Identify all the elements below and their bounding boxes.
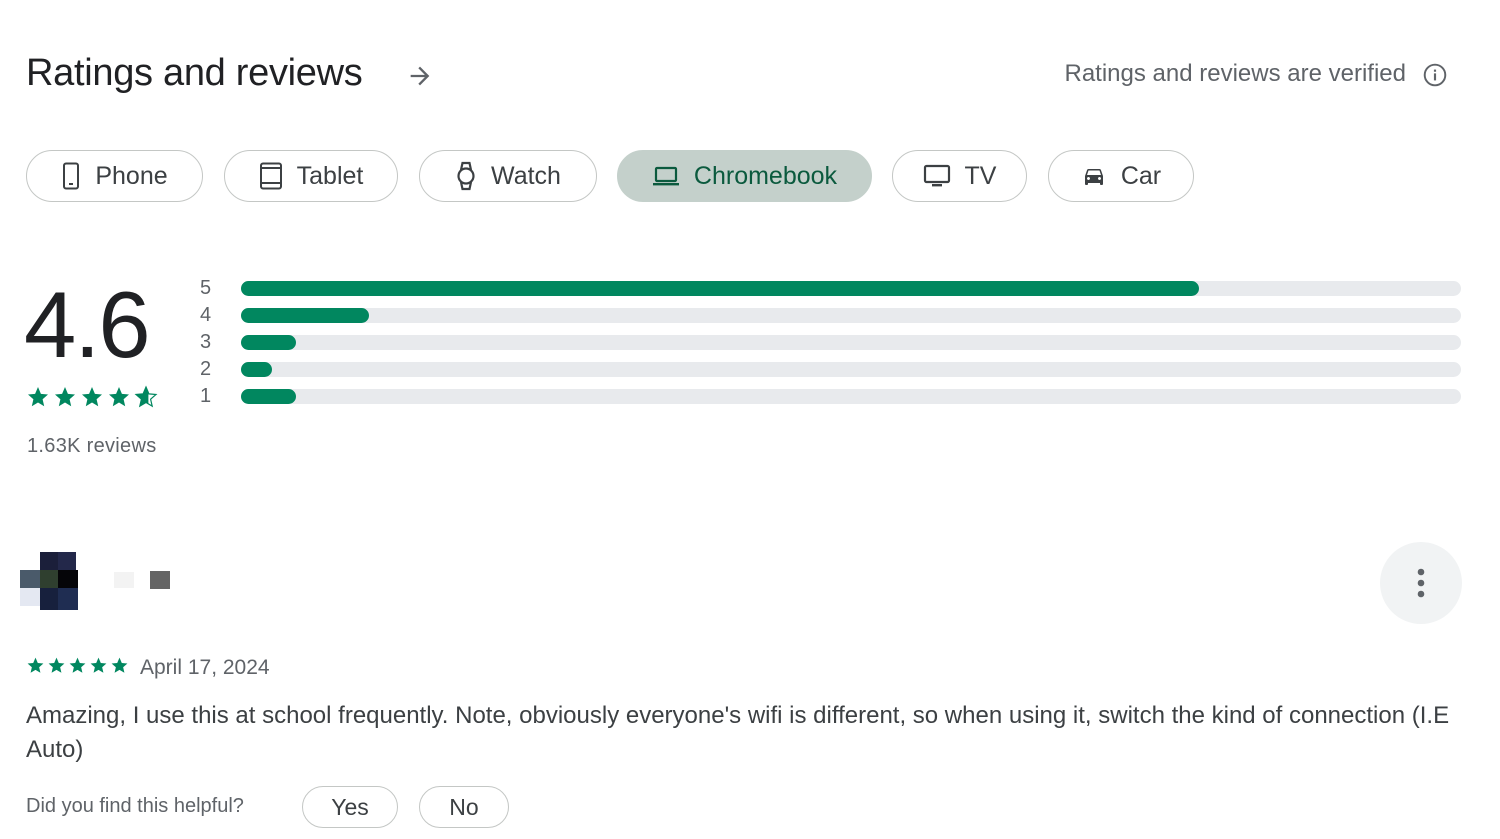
chip-car[interactable]: Car	[1048, 150, 1194, 202]
star-icon	[55, 387, 75, 407]
chip-chromebook[interactable]: Chromebook	[617, 150, 872, 202]
info-button[interactable]	[1420, 60, 1450, 90]
watch-icon	[457, 161, 475, 191]
bar-track	[241, 389, 1461, 404]
star-icon	[27, 657, 44, 673]
average-rating: 4.6	[24, 272, 151, 377]
bar-fill	[241, 389, 296, 404]
bar-track	[241, 281, 1461, 296]
star-icon	[111, 657, 128, 673]
tv-icon	[923, 164, 950, 187]
summary-star-rating	[26, 385, 158, 409]
rating-bar-row: 3	[200, 331, 1462, 353]
avatar	[20, 552, 78, 610]
helpful-yes-button[interactable]: Yes	[302, 786, 398, 828]
verified-note: Ratings and reviews are verified	[1064, 60, 1407, 87]
chip-label: TV	[964, 161, 997, 190]
review-star-rating	[26, 656, 129, 675]
bar-star-label: 1	[200, 385, 212, 407]
arrow-right-icon	[410, 66, 430, 86]
chip-label: Chromebook	[693, 161, 838, 190]
star-icon	[109, 387, 129, 407]
chip-tv[interactable]: TV	[892, 150, 1027, 202]
bar-fill	[241, 281, 1199, 296]
bar-star-label: 5	[200, 277, 212, 299]
chip-label: Phone	[95, 161, 168, 190]
star-icon	[82, 387, 102, 407]
chip-label: Tablet	[296, 161, 364, 190]
star-icon	[134, 385, 158, 408]
reviewer-name-redacted	[112, 570, 172, 592]
bar-star-label: 3	[200, 331, 212, 353]
review-count: 1.63K reviews	[27, 435, 157, 457]
rating-bar-row: 5	[200, 277, 1462, 299]
chip-tablet[interactable]: Tablet	[224, 150, 398, 202]
see-all-reviews-button[interactable]	[400, 56, 440, 96]
review-date: April 17, 2024	[140, 656, 270, 679]
bar-track	[241, 308, 1461, 323]
star-icon	[69, 657, 86, 673]
helpful-question: Did you find this helpful?	[26, 795, 244, 817]
bar-fill	[241, 308, 370, 323]
bar-star-label: 4	[200, 304, 212, 326]
more-options-button[interactable]	[1380, 542, 1462, 624]
more-vert-icon	[1417, 568, 1425, 598]
star-icon	[90, 657, 107, 673]
star-icon	[48, 657, 65, 673]
review-text: Amazing, I use this at school frequently…	[26, 702, 1450, 763]
rating-bar-row: 2	[200, 358, 1462, 380]
star-icon	[28, 387, 48, 407]
info-icon	[1423, 63, 1447, 87]
phone-icon	[63, 162, 80, 190]
bar-star-label: 2	[200, 358, 212, 380]
tablet-icon	[259, 162, 282, 190]
bar-track	[241, 362, 1461, 377]
chip-label: Watch	[491, 161, 561, 190]
car-icon	[1084, 169, 1103, 185]
chip-label: Car	[1120, 161, 1162, 190]
chip-watch[interactable]: Watch	[419, 150, 597, 202]
rating-bar-row: 4	[200, 304, 1462, 326]
bar-track	[241, 335, 1461, 350]
laptop-icon	[652, 166, 679, 186]
chip-phone[interactable]: Phone	[26, 150, 203, 202]
bar-fill	[241, 335, 296, 350]
section-title: Ratings and reviews	[26, 52, 363, 94]
helpful-no-button[interactable]: No	[419, 786, 509, 828]
rating-bar-row: 1	[200, 385, 1462, 407]
bar-fill	[241, 362, 272, 377]
